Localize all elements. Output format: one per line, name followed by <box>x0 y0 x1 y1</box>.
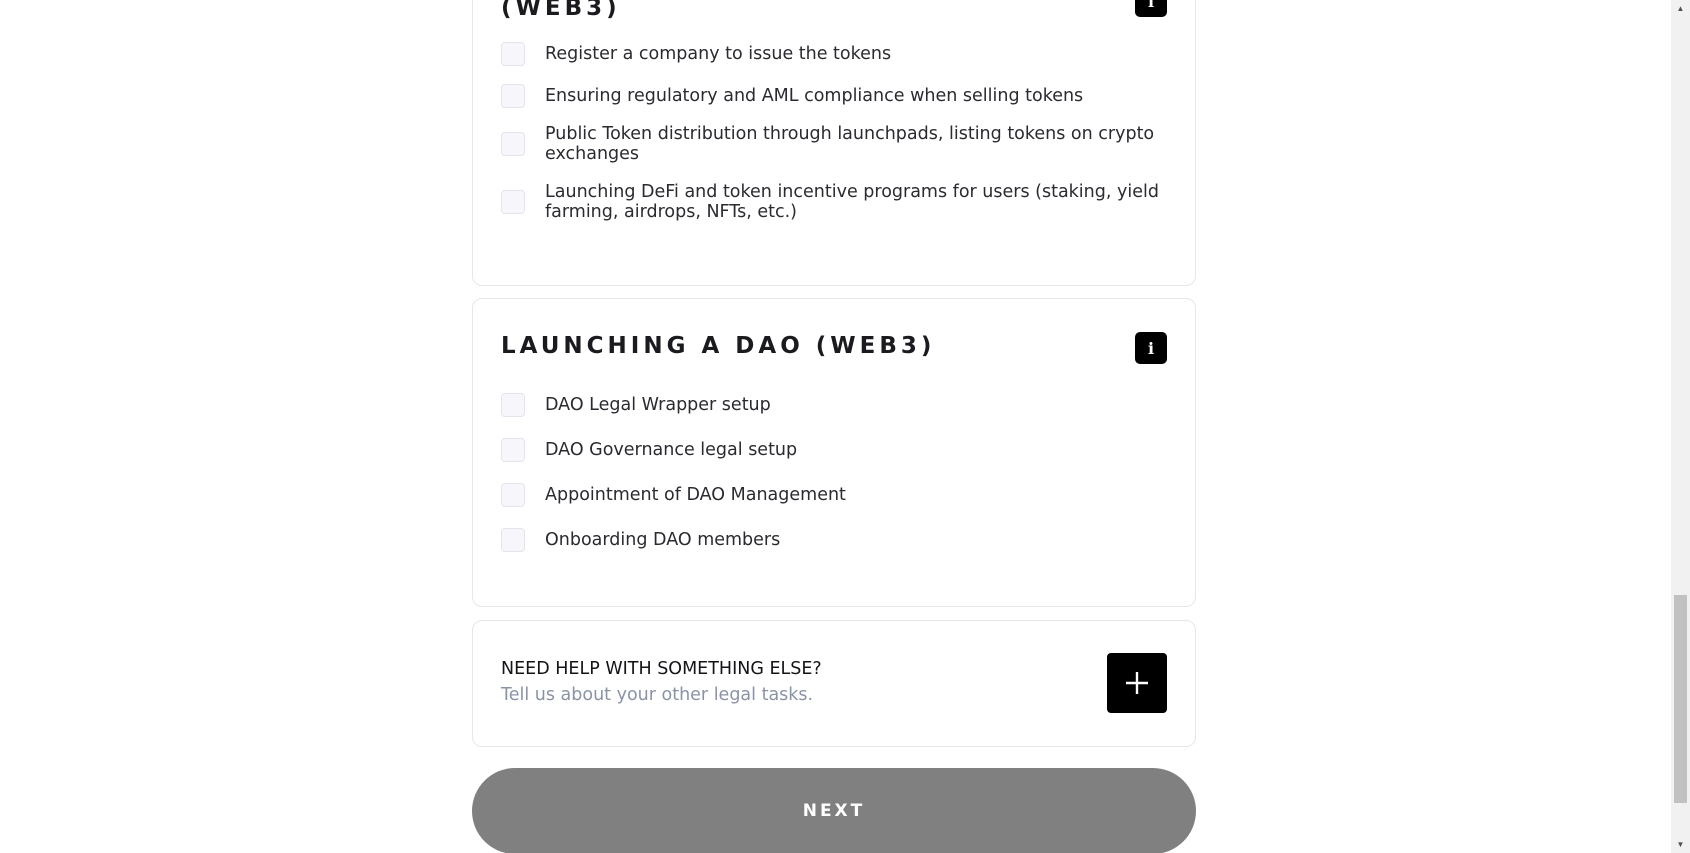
page: (WEB3) i Register a company to issue the… <box>0 0 1690 853</box>
scrollbar[interactable]: ▲ ▼ <box>1671 0 1690 853</box>
dao-launch-card: LAUNCHING A DAO (WEB3) i DAO Legal Wrapp… <box>472 298 1196 607</box>
checklist-item[interactable]: Register a company to issue the tokens <box>501 42 1171 66</box>
section-title: (WEB3) <box>501 0 621 21</box>
checklist-item-label: Ensuring regulatory and AML compliance w… <box>545 86 1084 106</box>
checkbox[interactable] <box>501 438 525 462</box>
checklist-item[interactable]: DAO Governance legal setup <box>501 438 1171 462</box>
checklist-item[interactable]: Onboarding DAO members <box>501 528 1171 552</box>
scroll-down-arrow-icon[interactable]: ▼ <box>1671 836 1690 853</box>
checkbox[interactable] <box>501 84 525 108</box>
checkbox[interactable] <box>501 132 525 156</box>
info-icon[interactable]: i <box>1135 0 1167 17</box>
checkbox[interactable] <box>501 528 525 552</box>
checkbox[interactable] <box>501 42 525 66</box>
info-icon[interactable]: i <box>1135 332 1167 364</box>
add-task-button[interactable] <box>1107 653 1167 713</box>
checklist-item-label: DAO Legal Wrapper setup <box>545 395 771 415</box>
checklist-item-label: Appointment of DAO Management <box>545 485 846 505</box>
checkbox[interactable] <box>501 483 525 507</box>
checkbox[interactable] <box>501 190 525 214</box>
scroll-thumb[interactable] <box>1674 595 1687 803</box>
other-help-card: NEED HELP WITH SOMETHING ELSE? Tell us a… <box>472 620 1196 747</box>
checklist-item[interactable]: DAO Legal Wrapper setup <box>501 393 1171 417</box>
checklist-item-label: Public Token distribution through launch… <box>545 124 1155 164</box>
next-button[interactable]: NEXT <box>472 768 1196 853</box>
checkbox[interactable] <box>501 393 525 417</box>
checklist-item[interactable]: Public Token distribution through launch… <box>501 124 1171 164</box>
plus-icon <box>1126 672 1148 694</box>
token-launch-card: (WEB3) i Register a company to issue the… <box>472 0 1196 286</box>
checklist-item-label: Onboarding DAO members <box>545 530 781 550</box>
help-subtitle: Tell us about your other legal tasks. <box>501 685 814 705</box>
checklist-item[interactable]: Ensuring regulatory and AML compliance w… <box>501 84 1171 108</box>
scroll-up-arrow-icon[interactable]: ▲ <box>1671 0 1690 17</box>
section-title: LAUNCHING A DAO (WEB3) <box>501 333 936 359</box>
help-title: NEED HELP WITH SOMETHING ELSE? <box>501 659 822 679</box>
checklist-item[interactable]: Appointment of DAO Management <box>501 483 1171 507</box>
checklist-item-label: Launching DeFi and token incentive progr… <box>545 182 1159 222</box>
checklist-item-label: DAO Governance legal setup <box>545 440 798 460</box>
checklist-item-label: Register a company to issue the tokens <box>545 44 892 64</box>
checklist-item[interactable]: Launching DeFi and token incentive progr… <box>501 182 1171 222</box>
